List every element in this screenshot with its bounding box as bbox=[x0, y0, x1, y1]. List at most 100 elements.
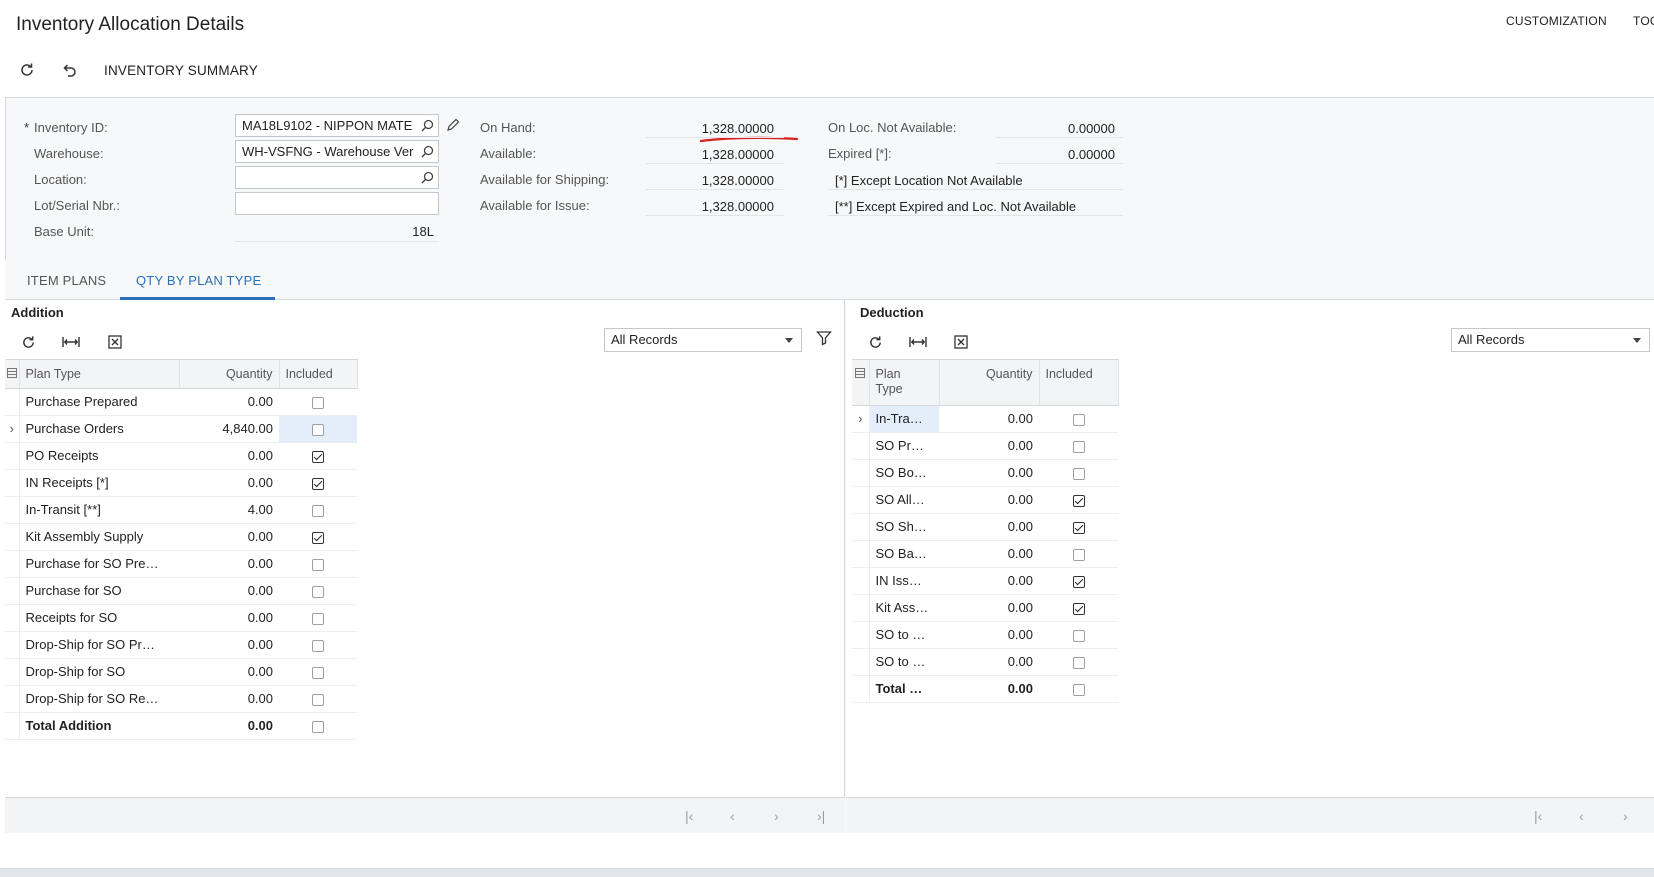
row-selector[interactable] bbox=[852, 432, 870, 460]
included-checkbox-checked[interactable] bbox=[1072, 602, 1085, 615]
undo-icon[interactable] bbox=[58, 60, 80, 80]
row-selector[interactable] bbox=[5, 685, 20, 713]
row-selector[interactable] bbox=[5, 658, 20, 686]
inventory-summary-button[interactable]: INVENTORY SUMMARY bbox=[104, 63, 258, 78]
included-checkbox[interactable] bbox=[1072, 548, 1085, 561]
search-icon[interactable] bbox=[421, 119, 434, 135]
row-selector[interactable] bbox=[5, 577, 20, 605]
table-row[interactable]: Drop-Ship for SO Pr… 0.00 bbox=[5, 631, 357, 659]
included-checkbox[interactable] bbox=[1072, 656, 1085, 669]
included-checkbox-checked[interactable] bbox=[312, 531, 324, 544]
table-row[interactable]: PO Receipts 0.00 bbox=[5, 442, 357, 470]
row-selector[interactable] bbox=[852, 459, 870, 487]
table-row[interactable]: › Purchase Orders 4,840.00 bbox=[5, 415, 357, 443]
row-selector[interactable] bbox=[5, 631, 20, 659]
refresh-icon[interactable] bbox=[16, 60, 38, 80]
addition-filter-select[interactable]: All Records bbox=[604, 328, 802, 352]
table-row[interactable]: Purchase Prepared 0.00 bbox=[5, 388, 357, 416]
tools-menu[interactable]: TOO bbox=[1633, 14, 1654, 28]
edit-pencil-icon[interactable] bbox=[446, 118, 460, 135]
included-checkbox[interactable] bbox=[312, 639, 324, 652]
row-selector[interactable] bbox=[852, 567, 870, 595]
included-checkbox[interactable] bbox=[312, 504, 324, 517]
table-row[interactable]: SO Ba… 0.00 bbox=[852, 540, 1118, 568]
row-selector[interactable] bbox=[5, 442, 20, 470]
included-checkbox-checked[interactable] bbox=[1072, 494, 1085, 507]
row-selector[interactable] bbox=[852, 513, 870, 541]
export-excel-icon[interactable] bbox=[104, 332, 126, 352]
row-selector[interactable] bbox=[852, 594, 870, 622]
table-row[interactable]: In-Transit [**] 4.00 bbox=[5, 496, 357, 524]
included-checkbox[interactable] bbox=[1072, 683, 1085, 696]
col-quantity[interactable]: Quantity bbox=[179, 360, 280, 389]
tab-item-plans[interactable]: ITEM PLANS bbox=[27, 273, 106, 288]
included-checkbox[interactable] bbox=[312, 693, 324, 706]
column-config-icon[interactable] bbox=[852, 360, 870, 406]
refresh-icon[interactable] bbox=[864, 332, 886, 352]
included-checkbox-checked[interactable] bbox=[1072, 521, 1085, 534]
column-config-icon[interactable] bbox=[5, 360, 20, 389]
fit-columns-icon[interactable] bbox=[907, 332, 929, 352]
included-checkbox[interactable] bbox=[1072, 440, 1085, 453]
search-icon[interactable] bbox=[421, 171, 434, 187]
row-selector[interactable] bbox=[852, 621, 870, 649]
deduction-filter-select[interactable]: All Records bbox=[1451, 328, 1650, 352]
row-selector[interactable] bbox=[5, 604, 20, 632]
table-row[interactable]: › In-Tra… 0.00 bbox=[852, 405, 1118, 433]
inventory-id-field[interactable]: MA18L9102 - NIPPON MATE bbox=[235, 114, 439, 137]
included-checkbox[interactable] bbox=[1072, 629, 1085, 642]
first-page-icon[interactable]: |‹ bbox=[1534, 808, 1542, 824]
next-page-icon[interactable]: › bbox=[774, 808, 779, 824]
included-checkbox[interactable] bbox=[312, 423, 324, 436]
next-page-icon[interactable]: › bbox=[1623, 808, 1628, 824]
row-selector[interactable] bbox=[5, 388, 20, 416]
table-row[interactable]: Receipts for SO 0.00 bbox=[5, 604, 357, 632]
prev-page-icon[interactable]: ‹ bbox=[1579, 808, 1584, 824]
row-expand-chevron-icon[interactable]: › bbox=[852, 405, 870, 433]
col-plan-type[interactable]: Plan Type bbox=[869, 360, 940, 406]
table-row[interactable]: SO Bo… 0.00 bbox=[852, 459, 1118, 487]
refresh-icon[interactable] bbox=[17, 332, 39, 352]
table-row[interactable]: SO to … 0.00 bbox=[852, 648, 1118, 676]
location-field[interactable] bbox=[235, 166, 439, 189]
row-expand-chevron-icon[interactable]: › bbox=[5, 415, 20, 443]
row-selector[interactable] bbox=[852, 648, 870, 676]
included-checkbox[interactable] bbox=[1072, 467, 1085, 480]
table-row[interactable]: Drop-Ship for SO 0.00 bbox=[5, 658, 357, 686]
table-row[interactable]: SO Pr… 0.00 bbox=[852, 432, 1118, 460]
total-row[interactable]: Total Addition 0.00 bbox=[5, 712, 357, 740]
col-quantity[interactable]: Quantity bbox=[939, 360, 1040, 406]
row-selector[interactable] bbox=[5, 712, 20, 740]
filter-icon[interactable] bbox=[816, 330, 832, 346]
customization-menu[interactable]: CUSTOMIZATION bbox=[1506, 14, 1607, 28]
col-included[interactable]: Included bbox=[1039, 360, 1119, 406]
included-checkbox-checked[interactable] bbox=[312, 450, 324, 463]
included-checkbox[interactable] bbox=[312, 720, 324, 733]
included-checkbox-checked[interactable] bbox=[1072, 575, 1085, 588]
warehouse-field[interactable]: WH-VSFNG - Warehouse Ver bbox=[235, 140, 439, 163]
last-page-icon[interactable]: ›| bbox=[817, 808, 825, 824]
table-row[interactable]: Drop-Ship for SO Re… 0.00 bbox=[5, 685, 357, 713]
included-checkbox[interactable] bbox=[1072, 413, 1085, 426]
col-included[interactable]: Included bbox=[279, 360, 358, 389]
row-selector[interactable] bbox=[852, 675, 870, 703]
included-checkbox[interactable] bbox=[312, 558, 324, 571]
row-selector[interactable] bbox=[5, 523, 20, 551]
table-row[interactable]: SO Sh… 0.00 bbox=[852, 513, 1118, 541]
prev-page-icon[interactable]: ‹ bbox=[730, 808, 735, 824]
col-plan-type[interactable]: Plan Type bbox=[19, 360, 180, 389]
table-row[interactable]: Kit Assembly Supply 0.00 bbox=[5, 523, 357, 551]
included-checkbox-checked[interactable] bbox=[312, 477, 324, 490]
row-selector[interactable] bbox=[5, 469, 20, 497]
table-row[interactable]: IN Iss… 0.00 bbox=[852, 567, 1118, 595]
row-selector[interactable] bbox=[852, 540, 870, 568]
table-row[interactable]: Kit Ass… 0.00 bbox=[852, 594, 1118, 622]
table-row[interactable]: Purchase for SO Pre… 0.00 bbox=[5, 550, 357, 578]
included-checkbox[interactable] bbox=[312, 585, 324, 598]
included-checkbox[interactable] bbox=[312, 612, 324, 625]
fit-columns-icon[interactable] bbox=[60, 332, 82, 352]
table-row[interactable]: SO All… 0.00 bbox=[852, 486, 1118, 514]
total-row[interactable]: Total … 0.00 bbox=[852, 675, 1118, 703]
included-checkbox[interactable] bbox=[312, 396, 324, 409]
first-page-icon[interactable]: |‹ bbox=[685, 808, 693, 824]
